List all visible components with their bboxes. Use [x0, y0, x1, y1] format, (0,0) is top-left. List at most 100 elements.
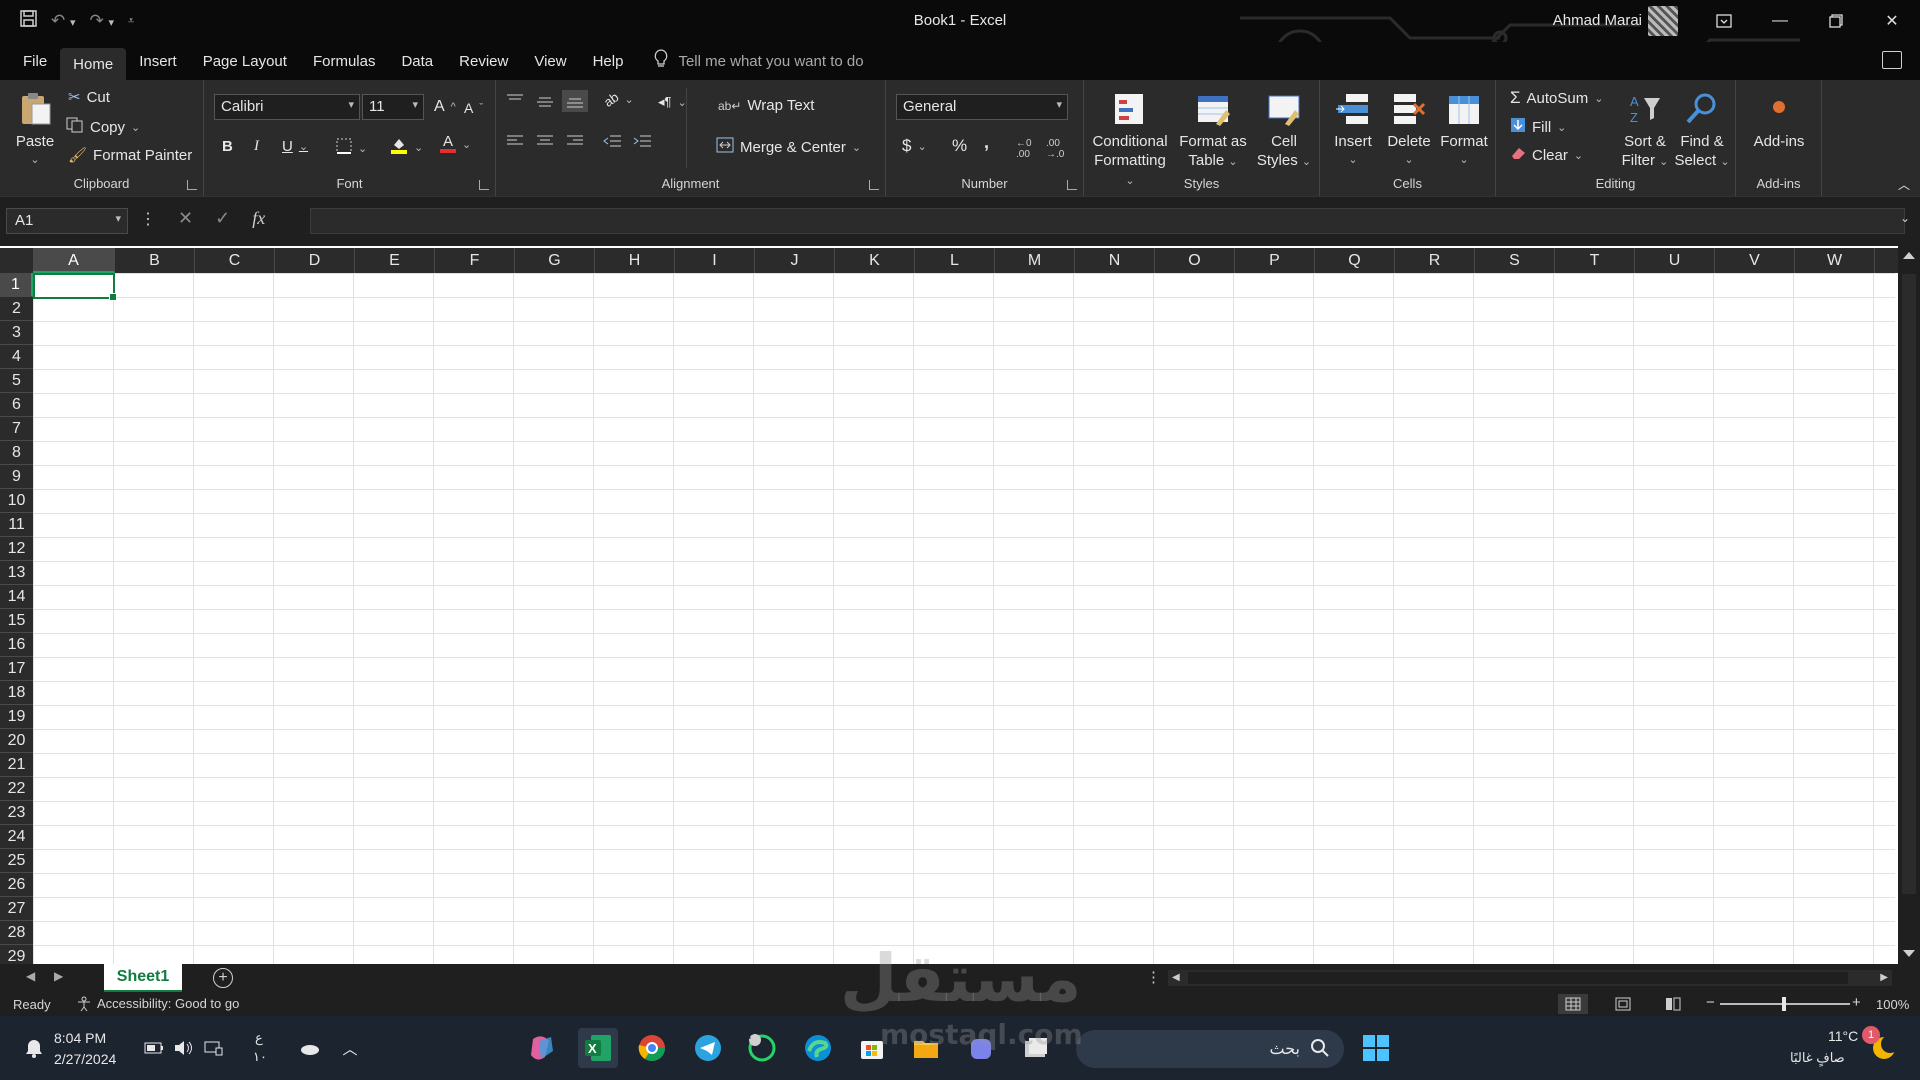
cut-button[interactable]: ✂ Cut: [68, 88, 110, 107]
wrap-text-button[interactable]: ab↵ Wrap Text: [718, 97, 814, 114]
tell-me-search[interactable]: Tell me what you want to do: [654, 49, 864, 73]
row-header[interactable]: 8: [0, 441, 33, 465]
scroll-thumb[interactable]: [1902, 274, 1916, 894]
column-header[interactable]: E: [355, 248, 435, 273]
collapse-ribbon-icon[interactable]: ︿: [1898, 176, 1910, 193]
format-cells-button[interactable]: Format ⌄: [1436, 90, 1492, 170]
row-header[interactable]: 14: [0, 585, 33, 609]
language-indicator[interactable]: ع: [255, 1030, 263, 1046]
increase-indent-icon[interactable]: [632, 134, 652, 148]
ribbon-display-options-icon[interactable]: [1696, 0, 1752, 42]
scroll-left-icon[interactable]: ◀: [1172, 972, 1180, 983]
redo-icon[interactable]: ↷ ▾: [90, 11, 115, 31]
tab-view[interactable]: View: [521, 42, 579, 80]
scroll-down-icon[interactable]: [1903, 950, 1915, 957]
column-header[interactable]: A: [33, 248, 115, 273]
bottom-align-icon[interactable]: [562, 90, 588, 112]
increase-decimal-icon[interactable]: ←0.00: [1016, 138, 1032, 160]
column-header[interactable]: M: [995, 248, 1075, 273]
page-layout-view-icon[interactable]: [1608, 994, 1638, 1014]
column-header[interactable]: C: [195, 248, 275, 273]
teams-icon[interactable]: [960, 1028, 1000, 1068]
copilot-icon[interactable]: [522, 1028, 562, 1068]
close-icon[interactable]: ✕: [1864, 0, 1920, 42]
column-header[interactable]: I: [675, 248, 755, 273]
row-header[interactable]: 12: [0, 537, 33, 561]
expand-formula-bar-icon[interactable]: ⌄: [1900, 211, 1910, 225]
tab-help[interactable]: Help: [580, 42, 637, 80]
edge-icon[interactable]: [798, 1028, 838, 1068]
clock-date[interactable]: 2/27/2024: [54, 1051, 116, 1067]
text-direction-icon[interactable]: ◂¶ ⌄: [658, 94, 687, 110]
decrease-decimal-icon[interactable]: .00 →.0: [1046, 138, 1064, 160]
grow-font-button[interactable]: A ^: [434, 98, 456, 116]
horizontal-scrollbar[interactable]: ◀ ▶: [1168, 970, 1892, 986]
fill-color-button[interactable]: ⌄: [390, 136, 423, 158]
format-painter-button[interactable]: 🖌 Format Painter: [68, 146, 192, 165]
align-right-icon[interactable]: [566, 134, 584, 148]
column-header[interactable]: V: [1715, 248, 1795, 273]
align-center-icon[interactable]: [536, 134, 554, 148]
row-header[interactable]: 10: [0, 489, 33, 513]
tab-review[interactable]: Review: [446, 42, 521, 80]
row-header[interactable]: 27: [0, 897, 33, 921]
sort-filter-button[interactable]: AZ Sort & Filter ⌄: [1620, 90, 1670, 172]
font-name-dropdown[interactable]: Calibri: [214, 94, 360, 120]
whatsapp-icon[interactable]: ٣: [742, 1028, 782, 1068]
row-header[interactable]: 6: [0, 393, 33, 417]
format-as-table-button[interactable]: Format as Table ⌄: [1176, 90, 1250, 172]
zoom-out-button[interactable]: −: [1706, 994, 1715, 1011]
insert-function-icon[interactable]: fx: [252, 208, 265, 229]
excel-app-icon[interactable]: X: [578, 1028, 618, 1068]
vertical-scrollbar[interactable]: [1898, 246, 1920, 964]
copy-button[interactable]: Copy ⌄: [66, 117, 140, 137]
tab-data[interactable]: Data: [388, 42, 446, 80]
scroll-up-icon[interactable]: [1903, 252, 1915, 259]
normal-view-icon[interactable]: [1558, 994, 1588, 1014]
column-header[interactable]: B: [115, 248, 195, 273]
row-header[interactable]: 15: [0, 609, 33, 633]
borders-button[interactable]: ⌄: [336, 138, 367, 158]
dialog-launcher-icon[interactable]: [479, 180, 489, 190]
row-header[interactable]: 24: [0, 825, 33, 849]
worksheet-grid[interactable]: ABCDEFGHIJKLMNOPQRSTUVW 1 2 3 4 5 6 7 8 9 10 11 12 1…: [0, 246, 1920, 964]
row-header[interactable]: 26: [0, 873, 33, 897]
align-left-icon[interactable]: [506, 134, 524, 148]
bold-button[interactable]: B: [222, 138, 233, 155]
column-header[interactable]: S: [1475, 248, 1555, 273]
delete-cells-button[interactable]: Delete ⌄: [1382, 90, 1436, 170]
add-sheet-icon[interactable]: +: [213, 968, 233, 988]
row-header[interactable]: 11: [0, 513, 33, 537]
zoom-level[interactable]: 100%: [1876, 997, 1909, 1012]
avatar[interactable]: [1648, 6, 1678, 36]
column-header[interactable]: D: [275, 248, 355, 273]
clear-button[interactable]: Clear ⌄: [1510, 146, 1583, 164]
middle-align-icon[interactable]: [536, 94, 554, 108]
weather-temperature[interactable]: 11°C: [1828, 1028, 1858, 1044]
row-header[interactable]: 22: [0, 777, 33, 801]
row-header[interactable]: 4: [0, 345, 33, 369]
top-align-icon[interactable]: [506, 94, 524, 108]
name-box[interactable]: A1: [6, 208, 128, 234]
italic-button[interactable]: I: [254, 138, 259, 155]
network-icon[interactable]: [194, 1028, 234, 1068]
dialog-launcher-icon[interactable]: [1067, 180, 1077, 190]
active-cell[interactable]: [33, 273, 117, 301]
row-header[interactable]: 25: [0, 849, 33, 873]
font-size-dropdown[interactable]: 11: [362, 94, 424, 120]
underline-button[interactable]: U ⌄: [282, 138, 308, 155]
bell-icon[interactable]: [14, 1028, 54, 1068]
comma-button[interactable]: ,: [984, 132, 989, 153]
chevron-up-icon[interactable]: ︿: [330, 1028, 370, 1068]
orientation-icon[interactable]: ab ⌄: [601, 89, 634, 110]
chrome-icon[interactable]: [632, 1028, 672, 1068]
row-header[interactable]: 19: [0, 705, 33, 729]
taskbar-search[interactable]: بحث: [1076, 1030, 1344, 1068]
row-header[interactable]: 16: [0, 633, 33, 657]
telegram-icon[interactable]: [688, 1028, 728, 1068]
next-sheet-icon[interactable]: ▶: [54, 969, 63, 983]
font-color-button[interactable]: A ⌄: [440, 134, 471, 153]
formula-input[interactable]: [310, 208, 1905, 234]
row-header[interactable]: 13: [0, 561, 33, 585]
language-indicator-2[interactable]: ١٠: [253, 1049, 267, 1065]
